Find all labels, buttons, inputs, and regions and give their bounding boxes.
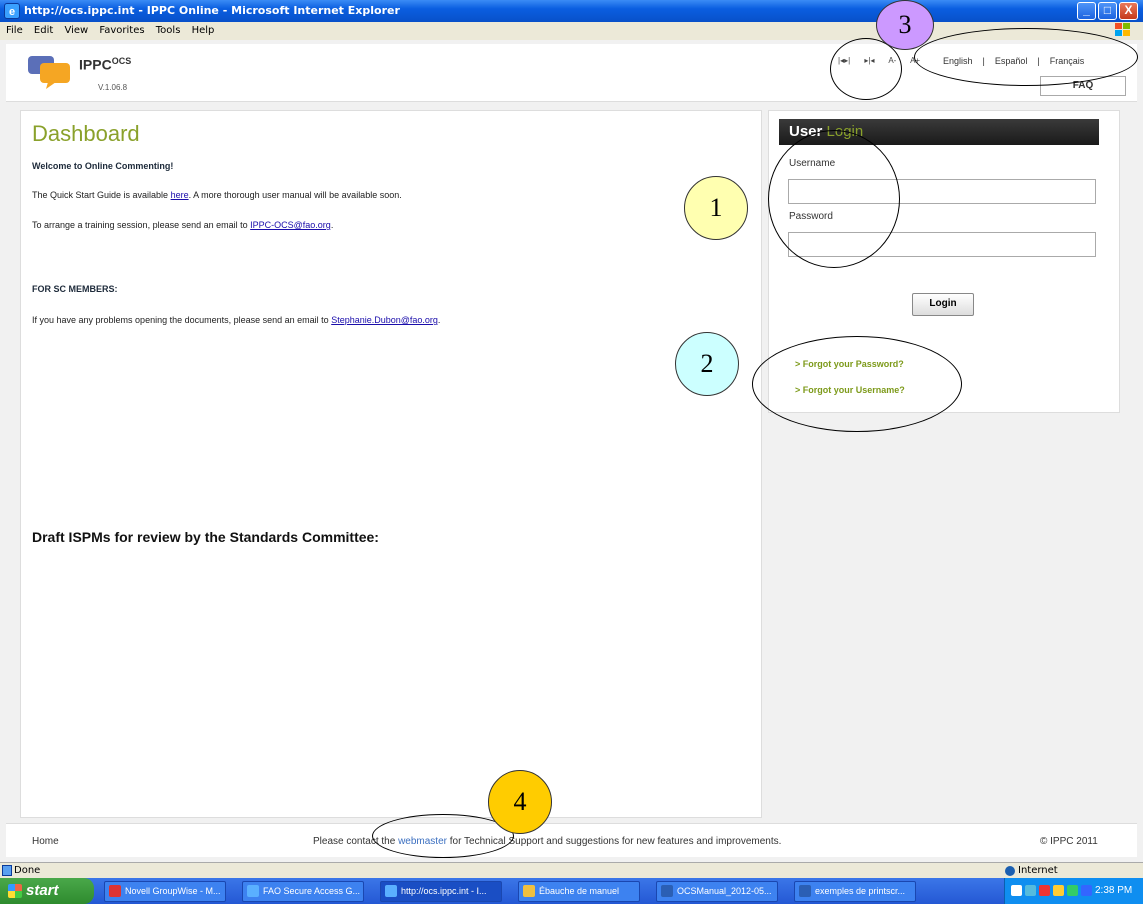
windows-logo-icon bbox=[1115, 23, 1133, 39]
site-footer: Home Please contact the webmaster for Te… bbox=[6, 823, 1137, 857]
draft-ispms-heading: Draft ISPMs for review by the Standards … bbox=[32, 529, 379, 545]
menu-tools[interactable]: Tools bbox=[154, 22, 183, 39]
internet-explorer-icon: e bbox=[4, 3, 20, 19]
word-document-icon bbox=[799, 885, 811, 897]
windows-flag-icon bbox=[8, 884, 22, 898]
login-button[interactable]: Login bbox=[912, 293, 974, 316]
taskbar-item-fao-secure[interactable]: FAO Secure Access G... bbox=[242, 881, 364, 902]
footer-copyright: © IPPC 2011 bbox=[1040, 836, 1098, 847]
start-button[interactable]: start bbox=[0, 878, 94, 904]
menu-edit[interactable]: Edit bbox=[32, 22, 55, 39]
taskbar-item-ebauche[interactable]: Ébauche de manuel bbox=[518, 881, 640, 902]
windows-taskbar: start Novell GroupWise - M... FAO Secure… bbox=[0, 878, 1143, 904]
annotation-number-4: 4 bbox=[488, 770, 552, 834]
word-document-icon bbox=[661, 885, 673, 897]
taskbar-item-ippc-ie[interactable]: http://ocs.ippc.int - I... bbox=[380, 881, 502, 902]
minimize-button[interactable]: _ bbox=[1077, 2, 1096, 20]
logo-superscript: OCS bbox=[111, 56, 132, 66]
internet-zone-icon bbox=[1005, 866, 1015, 876]
welcome-heading: Welcome to Online Commenting! bbox=[32, 161, 174, 171]
sc-members-text: If you have any problems opening the doc… bbox=[32, 315, 441, 325]
maximize-button[interactable]: □ bbox=[1098, 2, 1117, 20]
taskbar-item-groupwise[interactable]: Novell GroupWise - M... bbox=[104, 881, 226, 902]
sc-members-heading: FOR SC MEMBERS: bbox=[32, 284, 118, 294]
ie-window-icon bbox=[247, 885, 259, 897]
help-tray-icon[interactable] bbox=[1011, 885, 1022, 896]
sc-email-link[interactable]: Stephanie.Dubon@fao.org bbox=[331, 315, 438, 325]
page-status-icon bbox=[2, 865, 12, 876]
logo-title[interactable]: IPPCOCS bbox=[79, 56, 131, 73]
footer-home-link[interactable]: Home bbox=[32, 836, 59, 847]
status-bar: Done Internet bbox=[0, 862, 1143, 878]
taskbar-item-exemples[interactable]: exemples de printscr... bbox=[794, 881, 916, 902]
quickstart-link[interactable]: here bbox=[171, 190, 189, 200]
annotation-number-3: 3 bbox=[876, 0, 934, 50]
system-tray: 2:38 PM bbox=[1004, 878, 1143, 904]
menu-view[interactable]: View bbox=[62, 22, 90, 39]
quickstart-text: The Quick Start Guide is available here.… bbox=[32, 190, 402, 200]
security-zone-text: Internet bbox=[1018, 865, 1058, 876]
annotation-ellipse-forgot-links bbox=[752, 336, 962, 432]
training-text: To arrange a training session, please se… bbox=[32, 220, 334, 230]
annotation-number-1: 1 bbox=[684, 176, 748, 240]
window-title: http://ocs.ippc.int - IPPC Online - Micr… bbox=[24, 4, 400, 17]
annotation-number-2: 2 bbox=[675, 332, 739, 396]
version-label: V.1.06.8 bbox=[98, 83, 128, 92]
taskbar-item-ocsmanual[interactable]: OCSManual_2012-05... bbox=[656, 881, 778, 902]
groupwise-icon bbox=[109, 885, 121, 897]
training-email-link[interactable]: IPPC-OCS@fao.org bbox=[250, 220, 331, 230]
network-tray-icon[interactable] bbox=[1025, 885, 1036, 896]
status-text: Done bbox=[14, 865, 41, 876]
system-clock: 2:38 PM bbox=[1095, 885, 1133, 896]
menu-file[interactable]: File bbox=[4, 22, 25, 39]
menu-help[interactable]: Help bbox=[190, 22, 217, 39]
ippc-logo-icon bbox=[28, 56, 70, 89]
ie-window-icon bbox=[385, 885, 397, 897]
menu-favorites[interactable]: Favorites bbox=[97, 22, 146, 39]
folder-icon bbox=[523, 885, 535, 897]
annotation-ellipse-webmaster bbox=[372, 814, 514, 858]
update-tray-icon[interactable] bbox=[1067, 885, 1078, 896]
page-title: Dashboard bbox=[32, 121, 140, 146]
annotation-ellipse-languages bbox=[914, 28, 1138, 86]
media-tray-icon[interactable] bbox=[1081, 885, 1092, 896]
window-title-bar: e http://ocs.ippc.int - IPPC Online - Mi… bbox=[0, 0, 1143, 22]
annotation-ellipse-login-fields bbox=[768, 130, 900, 268]
dashboard-panel: Dashboard Welcome to Online Commenting! … bbox=[20, 110, 762, 818]
security-tray-icon[interactable] bbox=[1053, 885, 1064, 896]
antivirus-tray-icon[interactable] bbox=[1039, 885, 1050, 896]
close-button[interactable]: X bbox=[1119, 2, 1138, 20]
page-content: IPPCOCS V.1.06.8 |◂▸| ▸|◂ A- A+ English |… bbox=[0, 40, 1143, 862]
